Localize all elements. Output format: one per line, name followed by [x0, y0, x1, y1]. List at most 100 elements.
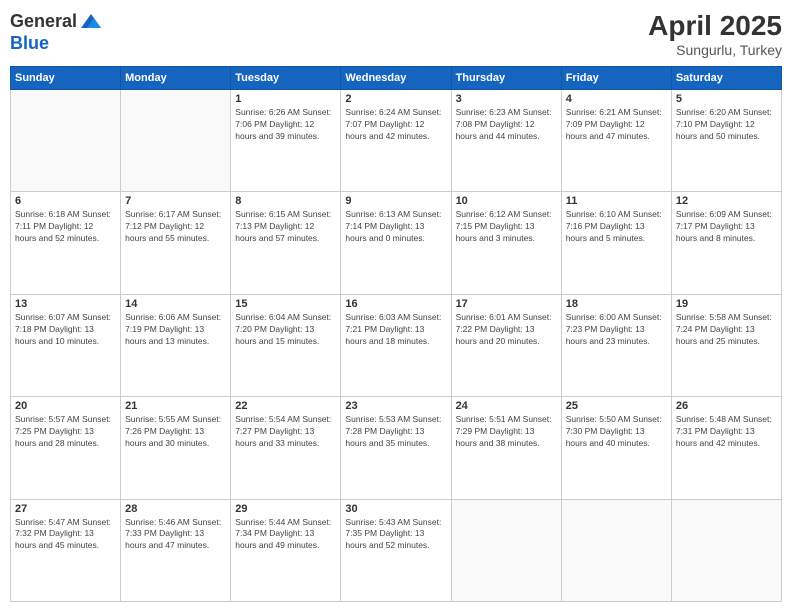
- day-number: 14: [125, 298, 226, 310]
- calendar-day-cell: [121, 90, 231, 192]
- calendar-day-cell: 19 Sunrise: 5:58 AM Sunset: 7:24 PM Dayli…: [671, 294, 781, 396]
- day-number: 9: [345, 195, 446, 207]
- day-number: 19: [676, 298, 777, 310]
- calendar-day-cell: 3 Sunrise: 6:23 AM Sunset: 7:08 PM Daylig…: [451, 90, 561, 192]
- col-thursday: Thursday: [451, 67, 561, 90]
- col-tuesday: Tuesday: [231, 67, 341, 90]
- day-info: Sunrise: 6:10 AM Sunset: 7:16 PM Dayligh…: [566, 209, 667, 245]
- calendar-week-row: 6 Sunrise: 6:18 AM Sunset: 7:11 PM Daylig…: [11, 192, 782, 294]
- day-number: 4: [566, 93, 667, 105]
- logo-icon: [79, 10, 103, 34]
- day-info: Sunrise: 6:15 AM Sunset: 7:13 PM Dayligh…: [235, 209, 336, 245]
- day-number: 17: [456, 298, 557, 310]
- day-info: Sunrise: 5:46 AM Sunset: 7:33 PM Dayligh…: [125, 517, 226, 553]
- day-info: Sunrise: 5:48 AM Sunset: 7:31 PM Dayligh…: [676, 414, 777, 450]
- title-block: April 2025 Sungurlu, Turkey: [648, 10, 782, 58]
- day-info: Sunrise: 6:20 AM Sunset: 7:10 PM Dayligh…: [676, 107, 777, 143]
- day-info: Sunrise: 5:55 AM Sunset: 7:26 PM Dayligh…: [125, 414, 226, 450]
- calendar-day-cell: 28 Sunrise: 5:46 AM Sunset: 7:33 PM Dayli…: [121, 499, 231, 601]
- day-info: Sunrise: 6:09 AM Sunset: 7:17 PM Dayligh…: [676, 209, 777, 245]
- calendar-day-cell: 27 Sunrise: 5:47 AM Sunset: 7:32 PM Dayli…: [11, 499, 121, 601]
- calendar-day-cell: 9Sunrise: 6:13 AM Sunset: 7:14 PM Daylig…: [341, 192, 451, 294]
- calendar-day-cell: [671, 499, 781, 601]
- day-info: Sunrise: 5:43 AM Sunset: 7:35 PM Dayligh…: [345, 517, 446, 553]
- calendar-table: Sunday Monday Tuesday Wednesday Thursday…: [10, 66, 782, 602]
- calendar-day-cell: 4 Sunrise: 6:21 AM Sunset: 7:09 PM Daylig…: [561, 90, 671, 192]
- calendar-day-cell: 5 Sunrise: 6:20 AM Sunset: 7:10 PM Daylig…: [671, 90, 781, 192]
- day-number: 11: [566, 195, 667, 207]
- calendar-day-cell: 17 Sunrise: 6:01 AM Sunset: 7:22 PM Dayli…: [451, 294, 561, 396]
- calendar-day-cell: 14 Sunrise: 6:06 AM Sunset: 7:19 PM Dayli…: [121, 294, 231, 396]
- page: General Blue April 2025 Sungurlu, Turkey…: [0, 0, 792, 612]
- calendar-day-cell: [11, 90, 121, 192]
- day-info: Sunrise: 6:21 AM Sunset: 7:09 PM Dayligh…: [566, 107, 667, 143]
- logo-blue-text: Blue: [10, 34, 103, 54]
- day-number: 28: [125, 503, 226, 515]
- calendar-day-cell: 7Sunrise: 6:17 AM Sunset: 7:12 PM Daylig…: [121, 192, 231, 294]
- day-number: 5: [676, 93, 777, 105]
- day-info: Sunrise: 6:23 AM Sunset: 7:08 PM Dayligh…: [456, 107, 557, 143]
- day-info: Sunrise: 6:18 AM Sunset: 7:11 PM Dayligh…: [15, 209, 116, 245]
- day-number: 22: [235, 400, 336, 412]
- col-sunday: Sunday: [11, 67, 121, 90]
- calendar-day-cell: [561, 499, 671, 601]
- day-info: Sunrise: 6:03 AM Sunset: 7:21 PM Dayligh…: [345, 312, 446, 348]
- calendar-day-cell: 22 Sunrise: 5:54 AM Sunset: 7:27 PM Dayli…: [231, 397, 341, 499]
- calendar-day-cell: 18Sunrise: 6:00 AM Sunset: 7:23 PM Dayli…: [561, 294, 671, 396]
- calendar-week-row: 1Sunrise: 6:26 AM Sunset: 7:06 PM Daylig…: [11, 90, 782, 192]
- calendar-header-row: Sunday Monday Tuesday Wednesday Thursday…: [11, 67, 782, 90]
- day-number: 18: [566, 298, 667, 310]
- calendar-day-cell: 15 Sunrise: 6:04 AM Sunset: 7:20 PM Dayli…: [231, 294, 341, 396]
- day-info: Sunrise: 5:53 AM Sunset: 7:28 PM Dayligh…: [345, 414, 446, 450]
- calendar-day-cell: 16 Sunrise: 6:03 AM Sunset: 7:21 PM Dayli…: [341, 294, 451, 396]
- month-title: April 2025: [648, 10, 782, 42]
- day-info: Sunrise: 5:58 AM Sunset: 7:24 PM Dayligh…: [676, 312, 777, 348]
- day-number: 23: [345, 400, 446, 412]
- day-number: 29: [235, 503, 336, 515]
- day-number: 20: [15, 400, 116, 412]
- calendar-day-cell: 2Sunrise: 6:24 AM Sunset: 7:07 PM Daylig…: [341, 90, 451, 192]
- calendar-day-cell: 21Sunrise: 5:55 AM Sunset: 7:26 PM Dayli…: [121, 397, 231, 499]
- calendar-day-cell: 1Sunrise: 6:26 AM Sunset: 7:06 PM Daylig…: [231, 90, 341, 192]
- calendar-day-cell: 30Sunrise: 5:43 AM Sunset: 7:35 PM Dayli…: [341, 499, 451, 601]
- day-info: Sunrise: 6:04 AM Sunset: 7:20 PM Dayligh…: [235, 312, 336, 348]
- calendar-week-row: 27 Sunrise: 5:47 AM Sunset: 7:32 PM Dayli…: [11, 499, 782, 601]
- day-number: 6: [15, 195, 116, 207]
- day-number: 10: [456, 195, 557, 207]
- day-number: 26: [676, 400, 777, 412]
- day-number: 27: [15, 503, 116, 515]
- calendar-day-cell: 29Sunrise: 5:44 AM Sunset: 7:34 PM Dayli…: [231, 499, 341, 601]
- col-wednesday: Wednesday: [341, 67, 451, 90]
- calendar-day-cell: 10 Sunrise: 6:12 AM Sunset: 7:15 PM Dayli…: [451, 192, 561, 294]
- day-info: Sunrise: 6:17 AM Sunset: 7:12 PM Dayligh…: [125, 209, 226, 245]
- day-info: Sunrise: 6:26 AM Sunset: 7:06 PM Dayligh…: [235, 107, 336, 143]
- calendar-day-cell: 25Sunrise: 5:50 AM Sunset: 7:30 PM Dayli…: [561, 397, 671, 499]
- logo-general-text: General: [10, 12, 77, 32]
- day-info: Sunrise: 6:24 AM Sunset: 7:07 PM Dayligh…: [345, 107, 446, 143]
- col-monday: Monday: [121, 67, 231, 90]
- day-info: Sunrise: 6:12 AM Sunset: 7:15 PM Dayligh…: [456, 209, 557, 245]
- calendar-day-cell: 8 Sunrise: 6:15 AM Sunset: 7:13 PM Daylig…: [231, 192, 341, 294]
- calendar-week-row: 13 Sunrise: 6:07 AM Sunset: 7:18 PM Dayli…: [11, 294, 782, 396]
- location-title: Sungurlu, Turkey: [648, 42, 782, 58]
- day-number: 24: [456, 400, 557, 412]
- day-number: 13: [15, 298, 116, 310]
- day-info: Sunrise: 6:07 AM Sunset: 7:18 PM Dayligh…: [15, 312, 116, 348]
- day-info: Sunrise: 5:47 AM Sunset: 7:32 PM Dayligh…: [15, 517, 116, 553]
- calendar-day-cell: 26 Sunrise: 5:48 AM Sunset: 7:31 PM Dayli…: [671, 397, 781, 499]
- calendar-day-cell: 13 Sunrise: 6:07 AM Sunset: 7:18 PM Dayli…: [11, 294, 121, 396]
- day-number: 16: [345, 298, 446, 310]
- day-info: Sunrise: 6:06 AM Sunset: 7:19 PM Dayligh…: [125, 312, 226, 348]
- day-info: Sunrise: 6:01 AM Sunset: 7:22 PM Dayligh…: [456, 312, 557, 348]
- day-number: 8: [235, 195, 336, 207]
- calendar-day-cell: [451, 499, 561, 601]
- col-friday: Friday: [561, 67, 671, 90]
- col-saturday: Saturday: [671, 67, 781, 90]
- calendar-week-row: 20Sunrise: 5:57 AM Sunset: 7:25 PM Dayli…: [11, 397, 782, 499]
- calendar-day-cell: 12Sunrise: 6:09 AM Sunset: 7:17 PM Dayli…: [671, 192, 781, 294]
- calendar-day-cell: 20Sunrise: 5:57 AM Sunset: 7:25 PM Dayli…: [11, 397, 121, 499]
- day-number: 15: [235, 298, 336, 310]
- day-number: 3: [456, 93, 557, 105]
- day-info: Sunrise: 5:54 AM Sunset: 7:27 PM Dayligh…: [235, 414, 336, 450]
- logo: General Blue: [10, 10, 103, 54]
